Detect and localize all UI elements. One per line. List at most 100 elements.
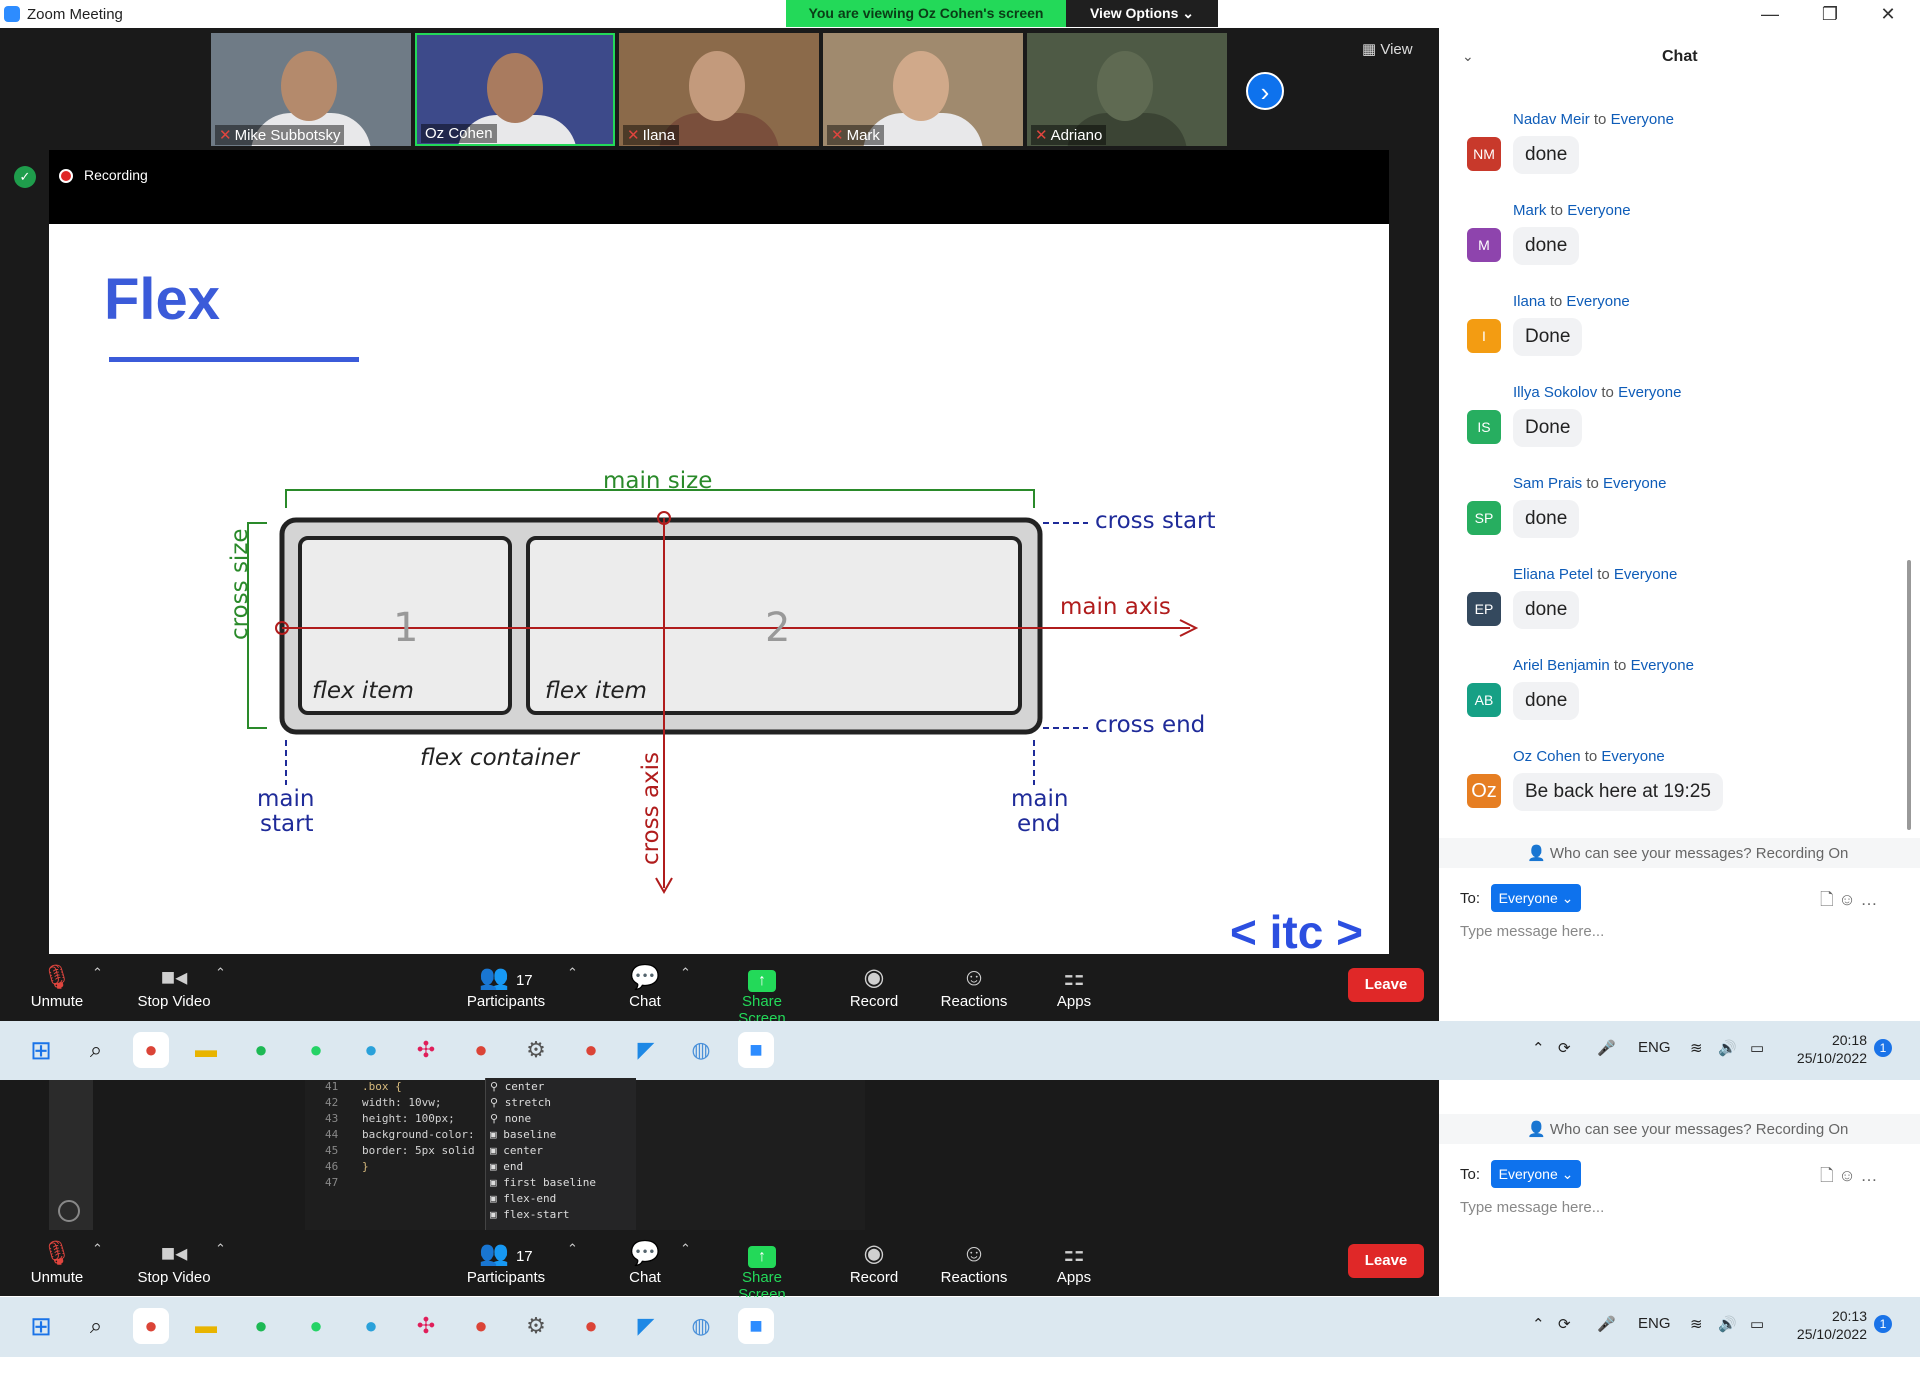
- video-options-caret-icon[interactable]: ⌃: [215, 965, 226, 981]
- file-explorer-icon[interactable]: ▬: [188, 1032, 224, 1068]
- zoom-taskbar-icon[interactable]: ■: [738, 1032, 774, 1068]
- view-options-button[interactable]: View Options ⌄: [1066, 0, 1218, 27]
- emoji-icon[interactable]: ☺: [1838, 1166, 1855, 1185]
- microphone-tray-icon[interactable]: 🎤: [1597, 1039, 1616, 1057]
- chat-caret-icon[interactable]: ⌃: [680, 1241, 691, 1257]
- tray-chevron-up-icon[interactable]: ⌃: [1532, 1039, 1545, 1057]
- chat-scrollbar[interactable]: [1907, 560, 1911, 830]
- participants-caret-icon[interactable]: ⌃: [567, 1241, 578, 1257]
- whatsapp-icon[interactable]: ●: [298, 1308, 334, 1344]
- stop-video-button[interactable]: ■◂ Stop Video: [129, 1239, 219, 1286]
- message-input[interactable]: Type message here...: [1460, 923, 1604, 940]
- audio-options-caret-icon[interactable]: ⌃: [92, 965, 103, 981]
- chrome-profile-icon[interactable]: ●: [463, 1308, 499, 1344]
- chrome-icon[interactable]: ●: [573, 1032, 609, 1068]
- windows-start-icon[interactable]: ⊞: [23, 1032, 59, 1068]
- participants-button[interactable]: 👥 17 Participants: [461, 1239, 551, 1286]
- audio-options-caret-icon[interactable]: ⌃: [92, 1241, 103, 1257]
- chrome-icon[interactable]: ●: [133, 1032, 169, 1068]
- notification-badge[interactable]: 1: [1874, 1039, 1892, 1057]
- file-icon[interactable]: 🗋: [1820, 1166, 1834, 1185]
- reactions-button[interactable]: ☺ Reactions: [929, 963, 1019, 1010]
- autocomplete-item[interactable]: ▣ first baseline: [490, 1176, 596, 1189]
- apps-button[interactable]: ⚏ Apps: [1029, 1239, 1119, 1286]
- tray-chevron-up-icon[interactable]: ⌃: [1532, 1315, 1545, 1333]
- chrome-icon[interactable]: ●: [133, 1308, 169, 1344]
- settings-gear-icon[interactable]: ⚙: [518, 1308, 554, 1344]
- taskbar-clock[interactable]: 20:18 25/10/2022: [1777, 1031, 1867, 1067]
- taskbar-clock[interactable]: 20:13 25/10/2022: [1777, 1307, 1867, 1343]
- slack-icon[interactable]: ✣: [408, 1032, 444, 1068]
- view-layout-button[interactable]: ▦ View: [1362, 40, 1432, 62]
- recipient-dropdown[interactable]: Everyone ⌄: [1491, 1160, 1581, 1188]
- wifi-icon[interactable]: ≋: [1690, 1315, 1703, 1333]
- stop-video-button[interactable]: ■◂ Stop Video: [129, 963, 219, 1010]
- autocomplete-item[interactable]: ▣ end: [490, 1160, 523, 1173]
- whatsapp-icon[interactable]: ●: [298, 1032, 334, 1068]
- more-icon[interactable]: …: [1861, 1166, 1878, 1185]
- autocomplete-item[interactable]: ▣ flex-end: [490, 1192, 556, 1205]
- participant-tile-active-speaker[interactable]: Oz Cohen: [415, 33, 615, 146]
- chevron-down-icon[interactable]: ⌄: [1462, 48, 1474, 65]
- participants-button[interactable]: 👥 17 Participants: [461, 963, 551, 1010]
- zoom-taskbar-icon[interactable]: ■: [738, 1308, 774, 1344]
- sync-icon[interactable]: ⟳: [1558, 1315, 1571, 1333]
- emoji-icon[interactable]: ☺: [1838, 890, 1855, 909]
- vscode-icon[interactable]: ◤: [628, 1308, 664, 1344]
- sync-icon[interactable]: ⟳: [1558, 1039, 1571, 1057]
- search-icon[interactable]: ⌕: [78, 1032, 114, 1068]
- leave-button[interactable]: Leave: [1348, 968, 1424, 1002]
- speaker-icon[interactable]: 🔊: [1718, 1315, 1737, 1333]
- minimize-button[interactable]: —: [1750, 2, 1790, 26]
- battery-icon[interactable]: ▭: [1750, 1039, 1764, 1057]
- telegram-icon[interactable]: ●: [353, 1032, 389, 1068]
- autocomplete-item[interactable]: ▣ center: [490, 1144, 543, 1157]
- autocomplete-item[interactable]: ⚲ none: [490, 1112, 531, 1125]
- autocomplete-item[interactable]: ⚲ stretch: [490, 1096, 551, 1109]
- message-input[interactable]: Type message here...: [1460, 1199, 1604, 1216]
- autocomplete-item[interactable]: ▣ baseline: [490, 1128, 556, 1141]
- record-button[interactable]: ◉ Record: [829, 963, 919, 1010]
- account-icon[interactable]: [58, 1200, 80, 1222]
- search-icon[interactable]: ⌕: [78, 1308, 114, 1344]
- slack-icon[interactable]: ✣: [408, 1308, 444, 1344]
- apps-button[interactable]: ⚏ Apps: [1029, 963, 1119, 1010]
- battery-icon[interactable]: ▭: [1750, 1315, 1764, 1333]
- reactions-button[interactable]: ☺ Reactions: [929, 1239, 1019, 1286]
- video-options-caret-icon[interactable]: ⌃: [215, 1241, 226, 1257]
- participant-tile[interactable]: ✕ Mike Subbotsky: [211, 33, 411, 146]
- privacy-notice[interactable]: 👤 Who can see your messages? Recording O…: [1527, 1120, 1848, 1138]
- file-explorer-icon[interactable]: ▬: [188, 1308, 224, 1344]
- participants-caret-icon[interactable]: ⌃: [567, 965, 578, 981]
- autocomplete-item[interactable]: ⚲ center: [490, 1080, 544, 1093]
- spotify-icon[interactable]: ●: [243, 1032, 279, 1068]
- notification-badge[interactable]: 1: [1874, 1315, 1892, 1333]
- windows-start-icon[interactable]: ⊞: [23, 1308, 59, 1344]
- language-indicator[interactable]: ENG: [1638, 1039, 1671, 1056]
- privacy-notice[interactable]: 👤 Who can see your messages? Recording O…: [1527, 844, 1848, 862]
- chrome-icon[interactable]: ●: [573, 1308, 609, 1344]
- record-button[interactable]: ◉ Record: [829, 1239, 919, 1286]
- telegram-icon[interactable]: ●: [353, 1308, 389, 1344]
- encryption-shield-icon[interactable]: ✓: [14, 166, 36, 188]
- chat-button[interactable]: 💬 Chat: [600, 963, 690, 1010]
- recipient-dropdown[interactable]: Everyone ⌄: [1491, 884, 1581, 912]
- participant-tile[interactable]: ✕ Adriano: [1027, 33, 1227, 146]
- participant-tile[interactable]: ✕ Mark: [823, 33, 1023, 146]
- file-icon[interactable]: 🗋: [1820, 890, 1834, 909]
- participant-tile[interactable]: ✕ Ilana: [619, 33, 819, 146]
- chat-button[interactable]: 💬 Chat: [600, 1239, 690, 1286]
- close-button[interactable]: ✕: [1868, 2, 1908, 26]
- vscode-icon[interactable]: ◤: [628, 1032, 664, 1068]
- speaker-icon[interactable]: 🔊: [1718, 1039, 1737, 1057]
- chrome-profile-icon[interactable]: ●: [463, 1032, 499, 1068]
- share-screen-button[interactable]: ↑ Share Screen: [717, 1239, 807, 1303]
- leave-button[interactable]: Leave: [1348, 1244, 1424, 1278]
- more-icon[interactable]: …: [1861, 890, 1878, 909]
- next-page-arrow-icon[interactable]: ›: [1246, 72, 1284, 110]
- microphone-tray-icon[interactable]: 🎤: [1597, 1315, 1616, 1333]
- share-screen-button[interactable]: ↑ Share Screen: [717, 963, 807, 1027]
- wifi-icon[interactable]: ≋: [1690, 1039, 1703, 1057]
- chat-caret-icon[interactable]: ⌃: [680, 965, 691, 981]
- unmute-button[interactable]: 🎙 Unmute: [12, 1239, 102, 1286]
